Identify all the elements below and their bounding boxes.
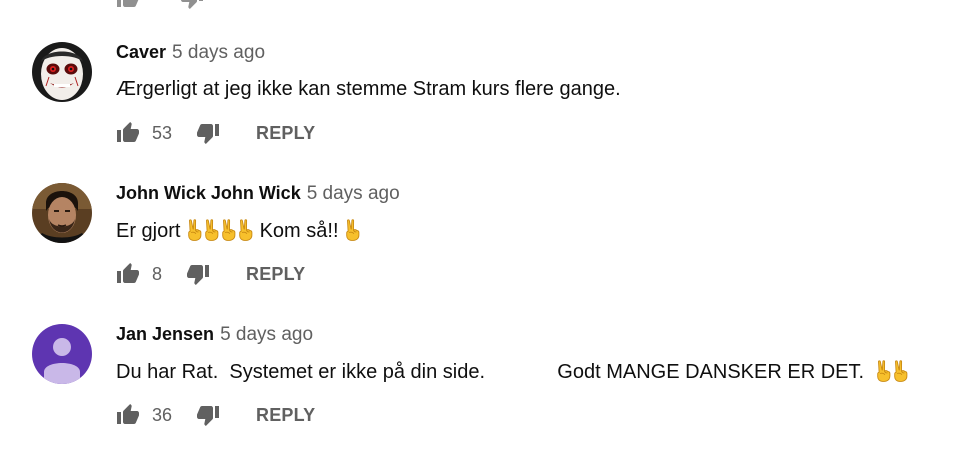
- previous-comment-actions: [116, 0, 204, 10]
- dislike-button[interactable]: [186, 262, 210, 286]
- comment-header: Jan Jensen 5 days ago: [116, 324, 313, 346]
- creepy-face-avatar-icon: [32, 42, 92, 102]
- comment-text-part: Du har Rat. Systemet er ikke på din side…: [116, 361, 876, 383]
- like-button[interactable]: [116, 121, 140, 145]
- victory-hand-emoji-icon: [186, 219, 203, 241]
- thumb-down-icon: [196, 403, 220, 427]
- reply-button[interactable]: REPLY: [256, 123, 315, 144]
- victory-hand-emoji-icon: [237, 219, 254, 241]
- comment-header: John Wick John Wick 5 days ago: [116, 183, 400, 205]
- comment-actions: 8 REPLY: [116, 259, 305, 289]
- victory-hand-emoji-icon: [203, 219, 220, 241]
- like-count: 36: [152, 404, 173, 425]
- author-name[interactable]: Caver: [116, 42, 166, 63]
- author-name[interactable]: Jan Jensen: [116, 324, 214, 345]
- author-name[interactable]: John Wick John Wick: [116, 183, 301, 204]
- bearded-man-avatar-icon: [32, 183, 92, 243]
- dislike-button[interactable]: [196, 121, 220, 145]
- reply-button[interactable]: REPLY: [256, 405, 315, 426]
- comment-text: Er gjort Kom så!!: [116, 219, 361, 243]
- reply-button[interactable]: REPLY: [246, 264, 305, 285]
- comment-text: Ærgerligt at jeg ikke kan stemme Stram k…: [116, 78, 621, 100]
- like-button[interactable]: [116, 403, 140, 427]
- thumb-down-icon: [186, 262, 210, 286]
- comment-text-part: Kom så!!: [254, 220, 345, 242]
- thumb-up-icon: [116, 262, 140, 286]
- published-time[interactable]: 5 days ago: [307, 183, 400, 205]
- like-count: 8: [152, 263, 163, 284]
- victory-hand-emoji-icon: [875, 360, 892, 382]
- thumb-down-icon[interactable]: [180, 0, 204, 10]
- published-time[interactable]: 5 days ago: [172, 42, 265, 64]
- thumb-up-icon[interactable]: [116, 0, 140, 10]
- thumb-up-icon: [116, 121, 140, 145]
- comment-actions: 36 REPLY: [116, 400, 315, 430]
- like-button[interactable]: [116, 262, 140, 286]
- like-count: 53: [152, 122, 173, 143]
- thumb-down-icon: [196, 121, 220, 145]
- comment-text-part: Er gjort: [116, 220, 187, 242]
- avatar[interactable]: [32, 324, 92, 384]
- comment-text: Du har Rat. Systemet er ikke på din side…: [116, 360, 909, 384]
- comment-header: Caver 5 days ago: [116, 42, 265, 64]
- avatar[interactable]: [32, 42, 92, 102]
- victory-hand-emoji-icon: [344, 219, 361, 241]
- comment-actions: 53 REPLY: [116, 118, 315, 148]
- published-time[interactable]: 5 days ago: [220, 324, 313, 346]
- thumb-up-icon: [116, 403, 140, 427]
- avatar[interactable]: [32, 183, 92, 243]
- victory-hand-emoji-icon: [892, 360, 909, 382]
- default-person-avatar-icon: [32, 324, 92, 384]
- dislike-button[interactable]: [196, 403, 220, 427]
- victory-hand-emoji-icon: [220, 219, 237, 241]
